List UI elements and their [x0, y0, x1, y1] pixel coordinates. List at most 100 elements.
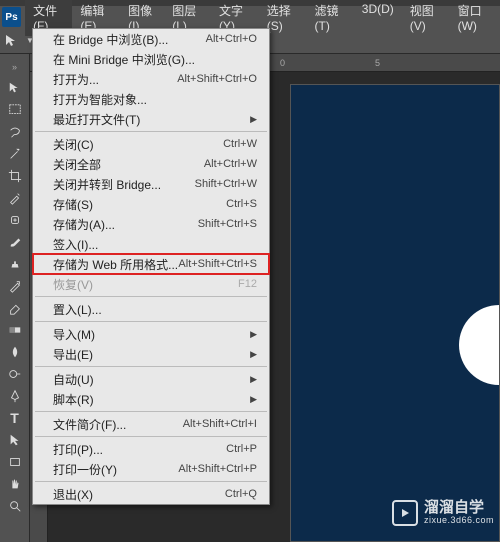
submenu-arrow-icon: ▶ — [250, 114, 257, 125]
marquee-tool[interactable] — [4, 100, 26, 120]
menu-item-label: 存储(S) — [53, 196, 93, 213]
menu-item-shortcut: Alt+Shift+Ctrl+S — [178, 258, 257, 270]
history-brush-tool[interactable] — [4, 276, 26, 296]
path-selection-tool[interactable] — [4, 430, 26, 450]
menu-item-label: 签入(I)... — [53, 236, 98, 253]
move-tool-icon[interactable] — [4, 33, 20, 49]
menu-item-shortcut: Shift+Ctrl+S — [198, 218, 257, 230]
ruler-mark: 0 — [280, 58, 285, 68]
menu-item-label: 在 Bridge 中浏览(B)... — [53, 31, 168, 48]
play-icon — [392, 500, 418, 526]
file-menu-dropdown: 在 Bridge 中浏览(B)... Alt+Ctrl+O 在 Mini Bridg… — [32, 28, 270, 505]
menu-item-shortcut: Alt+Shift+Ctrl+P — [178, 463, 257, 475]
menu-item-shortcut: Alt+Shift+Ctrl+O — [177, 73, 257, 85]
menu-item[interactable]: 导入(M)▶ — [33, 324, 269, 344]
menu-窗口[interactable]: 窗口(W) — [450, 0, 500, 36]
eraser-tool[interactable] — [4, 298, 26, 318]
menu-item-shortcut: F12 — [238, 278, 257, 290]
menu-item-shortcut: Alt+Shift+Ctrl+I — [183, 418, 257, 430]
menu-item[interactable]: 打开为... Alt+Shift+Ctrl+O — [33, 69, 269, 89]
menu-视图[interactable]: 视图(V) — [402, 0, 450, 36]
menu-item-label: 在 Mini Bridge 中浏览(G)... — [53, 51, 195, 68]
menu-item[interactable]: 在 Mini Bridge 中浏览(G)... — [33, 49, 269, 69]
menu-item[interactable]: 置入(L)... — [33, 299, 269, 319]
menu-item-label: 文件简介(F)... — [53, 416, 126, 433]
menu-separator — [35, 321, 267, 322]
menu-item[interactable]: 打印一份(Y)Alt+Shift+Ctrl+P — [33, 459, 269, 479]
menu-separator — [35, 366, 267, 367]
tools-panel: » T — [0, 54, 30, 542]
menu-item-label: 最近打开文件(T) — [53, 111, 140, 128]
menu-separator — [35, 131, 267, 132]
menu-item[interactable]: 打印(P)... Ctrl+P — [33, 439, 269, 459]
submenu-arrow-icon: ▶ — [250, 329, 257, 340]
menu-item[interactable]: 最近打开文件(T) ▶ — [33, 109, 269, 129]
clone-stamp-tool[interactable] — [4, 254, 26, 274]
blur-tool[interactable] — [4, 342, 26, 362]
menu-item-label: 关闭并转到 Bridge... — [53, 176, 161, 193]
rectangle-tool[interactable] — [4, 452, 26, 472]
menu-3d[interactable]: 3D(D) — [354, 0, 402, 36]
document-canvas[interactable] — [290, 84, 500, 542]
hand-tool[interactable] — [4, 474, 26, 494]
move-tool[interactable] — [4, 78, 26, 98]
lasso-tool[interactable] — [4, 122, 26, 142]
magic-wand-tool[interactable] — [4, 144, 26, 164]
menu-item-label: 关闭(C) — [53, 136, 94, 153]
zoom-tool[interactable] — [4, 496, 26, 516]
submenu-arrow-icon: ▶ — [250, 374, 257, 385]
menu-item-label: 退出(X) — [53, 486, 93, 503]
menu-item[interactable]: 存储为(A)... Shift+Ctrl+S — [33, 214, 269, 234]
collapse-icon[interactable]: » — [12, 62, 17, 72]
menu-item[interactable]: 关闭(C) Ctrl+W — [33, 134, 269, 154]
menu-item-label: 打开为... — [53, 71, 99, 88]
menu-separator — [35, 481, 267, 482]
menu-item: 恢复(V) F12 — [33, 274, 269, 294]
crop-tool[interactable] — [4, 166, 26, 186]
menu-item[interactable]: 脚本(R)▶ — [33, 389, 269, 409]
ruler-mark: 5 — [375, 58, 380, 68]
menu-item-label: 存储为 Web 所用格式... — [53, 256, 178, 273]
gradient-tool[interactable] — [4, 320, 26, 340]
brush-tool[interactable] — [4, 232, 26, 252]
dodge-tool[interactable] — [4, 364, 26, 384]
eyedropper-tool[interactable] — [4, 188, 26, 208]
menu-滤镜[interactable]: 滤镜(T) — [307, 0, 354, 36]
menu-item[interactable]: 签入(I)... — [33, 234, 269, 254]
menu-item-label: 自动(U) — [53, 371, 94, 388]
menu-item[interactable]: 打开为智能对象... — [33, 89, 269, 109]
app-logo: Ps — [2, 7, 21, 27]
menu-item-shortcut: Ctrl+Q — [225, 488, 257, 500]
menu-item[interactable]: 存储为 Web 所用格式...Alt+Shift+Ctrl+S — [33, 254, 269, 274]
healing-brush-tool[interactable] — [4, 210, 26, 230]
menu-item[interactable]: 关闭并转到 Bridge... Shift+Ctrl+W — [33, 174, 269, 194]
watermark: 溜溜自学 zixue.3d66.com — [392, 500, 494, 526]
menu-item[interactable]: 在 Bridge 中浏览(B)... Alt+Ctrl+O — [33, 29, 269, 49]
menu-item[interactable]: 文件简介(F)... Alt+Shift+Ctrl+I — [33, 414, 269, 434]
menu-item[interactable]: 导出(E) ▶ — [33, 344, 269, 364]
menu-separator — [35, 411, 267, 412]
type-tool[interactable]: T — [4, 408, 26, 428]
menu-item-shortcut: Ctrl+S — [226, 198, 257, 210]
menu-item-shortcut: Shift+Ctrl+W — [195, 178, 257, 190]
menu-item-shortcut: Alt+Ctrl+O — [206, 33, 257, 45]
menu-item-label: 关闭全部 — [53, 156, 101, 173]
menu-item-label: 置入(L)... — [53, 301, 102, 318]
submenu-arrow-icon: ▶ — [250, 349, 257, 360]
menu-separator — [35, 296, 267, 297]
pen-tool[interactable] — [4, 386, 26, 406]
menu-item[interactable]: 自动(U) ▶ — [33, 369, 269, 389]
watermark-title: 溜溜自学 — [424, 500, 494, 517]
menu-separator — [35, 436, 267, 437]
menu-item-label: 存储为(A)... — [53, 216, 115, 233]
canvas-shape-oval — [459, 305, 500, 385]
menu-item[interactable]: 存储(S) Ctrl+S — [33, 194, 269, 214]
menu-item-shortcut: Alt+Ctrl+W — [204, 158, 257, 170]
menu-item[interactable]: 退出(X) Ctrl+Q — [33, 484, 269, 504]
menu-item-label: 恢复(V) — [53, 276, 93, 293]
menu-item[interactable]: 关闭全部 Alt+Ctrl+W — [33, 154, 269, 174]
menu-item-label: 打印(P)... — [53, 441, 103, 458]
menu-item-shortcut: Ctrl+P — [226, 443, 257, 455]
menu-item-label: 导出(E) — [53, 346, 93, 363]
menu-item-shortcut: Ctrl+W — [223, 138, 257, 150]
